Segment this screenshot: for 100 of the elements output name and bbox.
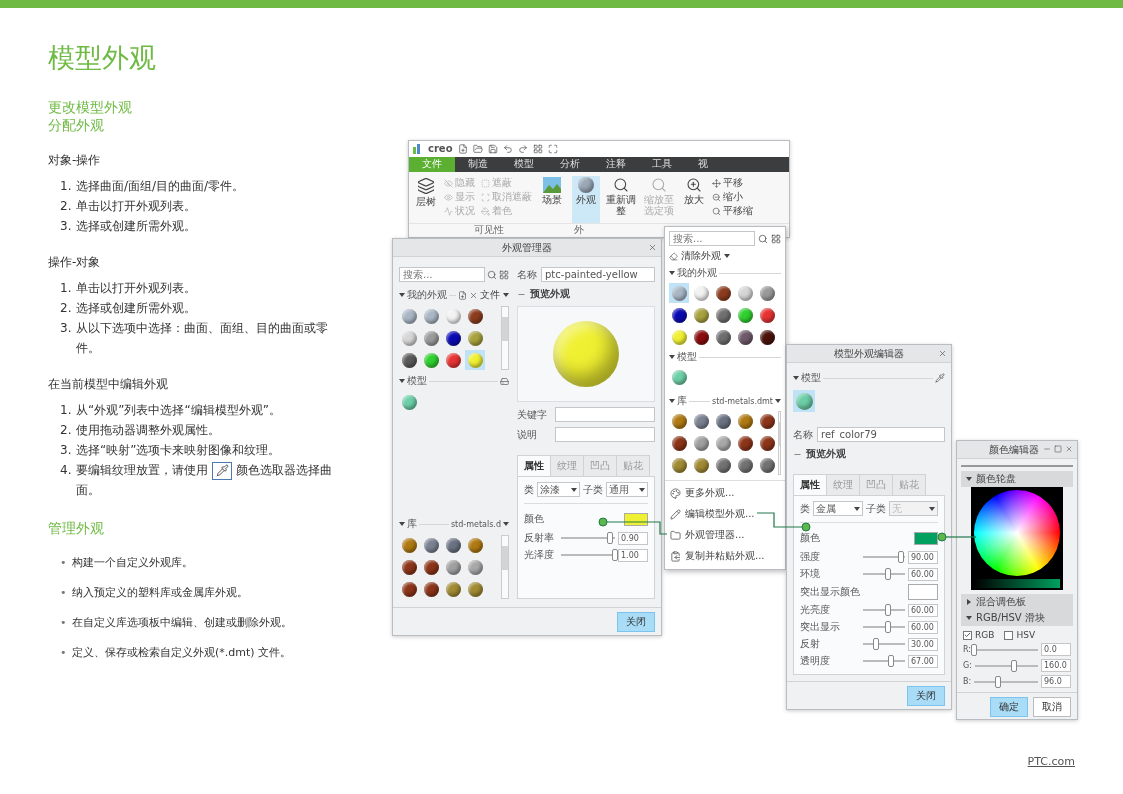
search-icon[interactable]	[758, 233, 768, 244]
tab[interactable]: 属性	[793, 474, 827, 495]
slider-thumb[interactable]	[885, 568, 892, 580]
library-file-name[interactable]: std-metals.d	[450, 519, 501, 529]
undo-icon[interactable]	[502, 143, 513, 154]
grid-icon[interactable]	[532, 143, 543, 154]
class-dropdown[interactable]: 金属	[813, 501, 863, 516]
close-icon[interactable]	[648, 243, 657, 252]
website-link[interactable]: PTC.com	[1027, 755, 1075, 768]
color-swatch[interactable]	[914, 531, 938, 545]
pencil-icon[interactable]	[670, 508, 681, 520]
magnifier-icon[interactable]	[613, 177, 629, 194]
menu-item[interactable]: 编辑模型外观...	[669, 505, 781, 523]
move-icon[interactable]	[712, 178, 721, 188]
triangle-down-icon[interactable]	[793, 375, 799, 381]
caret-icon[interactable]	[724, 253, 730, 259]
refit-button[interactable]: 重新调整	[605, 176, 637, 223]
checkbox[interactable]	[1004, 630, 1014, 640]
value-field[interactable]: 0.0	[1041, 643, 1071, 656]
section-header[interactable]: 混合调色板	[961, 594, 1073, 610]
ok-button[interactable]: 确定	[990, 696, 1028, 717]
triangle-down-icon[interactable]	[399, 378, 405, 384]
scrollbar[interactable]	[501, 535, 509, 599]
subclass-dropdown[interactable]: 通用	[605, 482, 648, 497]
ribbon-tab[interactable]: 注释	[593, 156, 639, 173]
triangle-right-icon[interactable]	[966, 599, 972, 605]
caret-icon[interactable]	[775, 398, 781, 404]
caret-icon[interactable]	[570, 486, 577, 493]
new-file-icon[interactable]	[458, 290, 467, 300]
scrollbar[interactable]	[501, 306, 509, 370]
ribbon-tab[interactable]: 制造	[455, 156, 501, 173]
triangle-down-icon[interactable]	[399, 292, 405, 298]
slider-thumb[interactable]	[872, 638, 879, 650]
ribbon-tab[interactable]: 分析	[547, 156, 593, 173]
mode-checkbox[interactable]: RGB	[963, 630, 995, 640]
menu-item[interactable]: 更多外观...	[669, 484, 781, 502]
view-options-icon[interactable]	[771, 233, 781, 244]
value-field[interactable]: 160.0	[1041, 659, 1071, 672]
layers-icon[interactable]	[417, 177, 435, 196]
file-menu[interactable]: 文件	[480, 288, 509, 302]
slider-thumb[interactable]	[1011, 659, 1018, 672]
slider-thumb[interactable]	[897, 551, 904, 563]
mode-checkbox[interactable]: HSV	[1004, 630, 1036, 640]
color-swatch[interactable]	[908, 584, 938, 600]
ribbon-tab[interactable]: 工具	[639, 156, 685, 173]
slider-thumb[interactable]	[971, 643, 977, 656]
menu-item[interactable]: 复制并粘贴外观...	[669, 547, 781, 565]
description-field[interactable]	[555, 427, 655, 442]
close-icon[interactable]	[938, 349, 947, 358]
caret-icon[interactable]	[503, 521, 509, 527]
library-file-name[interactable]: std-metals.dmt	[712, 396, 773, 406]
value-field[interactable]: 96.0	[1041, 675, 1071, 688]
ribbon-tab[interactable]: 模型	[501, 156, 547, 173]
brightness-strip[interactable]	[974, 579, 1060, 588]
class-dropdown[interactable]: 涂漆	[537, 482, 580, 497]
slider-thumb[interactable]	[888, 655, 895, 667]
triangle-down-icon[interactable]	[399, 521, 405, 527]
checkbox[interactable]	[963, 630, 972, 640]
search-field[interactable]: 搜索...	[399, 267, 485, 282]
save-icon[interactable]	[487, 143, 498, 154]
eraser-icon[interactable]	[669, 251, 678, 261]
view-button[interactable]: 平移	[712, 176, 753, 191]
close-button[interactable]: 关闭	[907, 685, 945, 706]
menu-item[interactable]: 外观管理器...	[669, 526, 781, 544]
frame-icon[interactable]	[547, 143, 558, 154]
view-options-icon[interactable]	[499, 269, 509, 280]
triangle-down-icon[interactable]	[669, 270, 675, 276]
slider-thumb[interactable]	[885, 604, 892, 616]
cancel-button[interactable]: 取消	[1033, 696, 1071, 717]
keyword-field[interactable]	[555, 407, 655, 422]
value-field[interactable]: 1.00	[618, 548, 648, 562]
new-file-icon[interactable]	[457, 143, 468, 154]
view-button[interactable]: 平移缩	[712, 204, 753, 219]
tab[interactable]: 属性	[517, 455, 551, 476]
name-field[interactable]: ptc-painted-yellow	[541, 267, 655, 282]
ribbon-tab[interactable]: 视	[685, 156, 721, 173]
appearance-button[interactable]: 外观	[572, 176, 600, 223]
section-header[interactable]: RGB/HSV 滑块	[961, 610, 1073, 626]
clipboard-icon[interactable]	[670, 550, 681, 562]
search-icon[interactable]	[487, 269, 497, 280]
section-header[interactable]: 颜色轮盘	[961, 471, 1073, 487]
clear-appearance-button[interactable]: 清除外观	[669, 249, 781, 263]
caret-icon[interactable]	[853, 505, 860, 512]
slider-thumb[interactable]	[606, 532, 613, 544]
view-button[interactable]: 缩小	[712, 190, 753, 205]
triangle-down-icon[interactable]	[966, 615, 972, 621]
value-field[interactable]: 0.90	[618, 531, 648, 545]
zoom-in-button[interactable]: 放大	[681, 176, 707, 223]
value-field[interactable]: 60.00	[908, 620, 938, 634]
palette-icon[interactable]	[670, 487, 681, 499]
eyedropper-icon[interactable]	[935, 373, 945, 383]
triangle-down-icon[interactable]	[966, 476, 972, 482]
search-field[interactable]: 搜索...	[669, 231, 755, 246]
redo-icon[interactable]	[517, 143, 528, 154]
zoom-out-icon[interactable]	[712, 192, 721, 202]
zoom-in-icon[interactable]	[686, 177, 702, 194]
value-field[interactable]: 60.00	[908, 603, 938, 617]
value-field[interactable]: 67.00	[908, 654, 938, 668]
maximize-icon[interactable]	[1054, 445, 1062, 453]
name-field[interactable]: ref_color79	[817, 427, 945, 442]
